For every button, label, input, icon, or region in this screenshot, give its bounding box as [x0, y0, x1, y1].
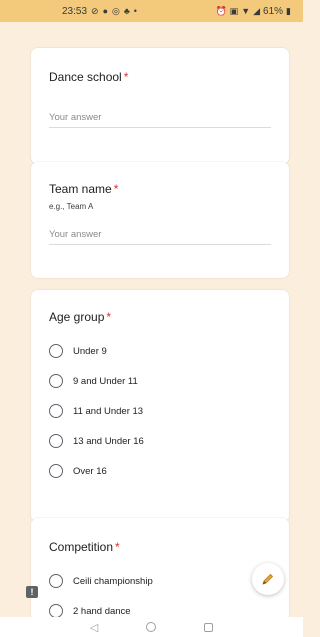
system-nav-bar: ◁	[0, 617, 303, 637]
question-card-team-name: Team name * e.g., Team A Your answer	[31, 162, 289, 278]
radio-button[interactable]	[49, 604, 63, 617]
radio-group: Under 9 9 and Under 11 11 and Under 13 1…	[49, 336, 271, 486]
app-icon: ♣	[123, 5, 130, 16]
radio-button[interactable]	[49, 404, 63, 418]
pencil-icon	[262, 573, 274, 585]
home-icon[interactable]	[146, 622, 157, 632]
required-asterisk: *	[106, 310, 112, 324]
instagram-icon: ◎	[112, 5, 120, 16]
radio-option[interactable]: 2 hand dance	[49, 596, 271, 617]
question-card-dance-school: Dance school * Your answer	[31, 48, 289, 164]
radio-button[interactable]	[49, 434, 63, 448]
radio-button[interactable]	[49, 464, 63, 478]
required-asterisk: *	[123, 70, 129, 84]
question-title: Age group *	[49, 310, 112, 324]
radio-group: Ceili championship 2 hand dance	[49, 566, 271, 617]
dnd-icon: ⊘	[91, 5, 99, 16]
battery-percent: 61%	[263, 5, 284, 17]
radio-button[interactable]	[49, 574, 63, 588]
question-title: Dance school *	[49, 70, 129, 84]
nfc-icon: ▣	[229, 5, 239, 16]
answer-input[interactable]: Your answer	[49, 229, 271, 245]
answer-input[interactable]: Your answer	[49, 112, 271, 128]
radio-button[interactable]	[49, 374, 63, 388]
radio-option[interactable]: 9 and Under 11	[49, 366, 271, 396]
form-content[interactable]: Dance school * Your answer Team name * e.g…	[0, 22, 303, 617]
question-title: Team name *	[49, 182, 119, 196]
signal-icon: ◢	[253, 5, 261, 16]
radio-option[interactable]: Ceili championship	[49, 566, 271, 596]
radio-option[interactable]: 11 and Under 13	[49, 396, 271, 426]
alarm-icon: ⏰	[215, 5, 227, 16]
more-notifications-icon: •	[133, 5, 137, 16]
status-left: 23:53 ⊘ ● ◎ ♣ •	[62, 6, 137, 17]
radio-option[interactable]: 13 and Under 16	[49, 426, 271, 456]
feedback-icon[interactable]: !	[26, 586, 38, 598]
wifi-icon: ▼	[241, 5, 251, 16]
recents-icon[interactable]	[204, 622, 214, 632]
back-icon[interactable]: ◁	[90, 621, 98, 634]
question-title: Competition *	[49, 540, 120, 554]
notification-dot-icon: ●	[102, 5, 109, 16]
radio-option[interactable]: Under 9	[49, 336, 271, 366]
required-asterisk: *	[115, 540, 120, 554]
radio-option[interactable]: Over 16	[49, 456, 271, 486]
edit-fab-button[interactable]	[252, 563, 284, 595]
status-time: 23:53	[62, 5, 88, 17]
question-card-age-group: Age group * Under 9 9 and Under 11 11 and…	[31, 290, 289, 522]
question-card-competition: Competition * Ceili championship 2 hand d…	[31, 518, 289, 617]
battery-icon: ▮	[286, 5, 291, 16]
required-asterisk: *	[113, 182, 119, 196]
status-bar: 23:53 ⊘ ● ◎ ♣ • ⏰ ▣ ▼ ◢ 61% ▮	[0, 0, 303, 22]
question-hint: e.g., Team A	[49, 202, 94, 211]
status-right: ⏰ ▣ ▼ ◢ 61% ▮	[215, 6, 291, 17]
radio-button[interactable]	[49, 344, 63, 358]
